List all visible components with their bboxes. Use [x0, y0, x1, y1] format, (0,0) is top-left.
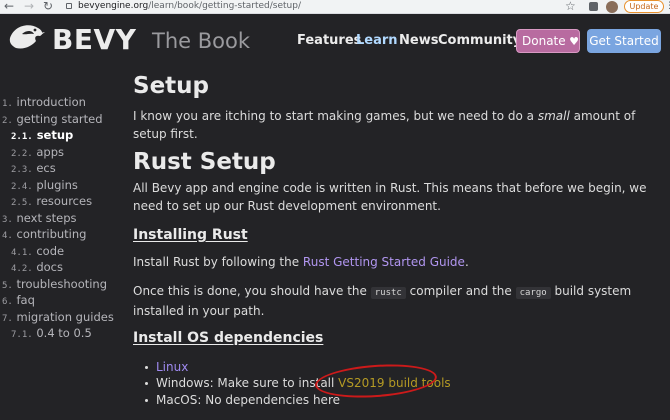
sidebar-item-number: 2.1.: [11, 132, 33, 142]
donate-label: Donate: [522, 34, 566, 48]
sidebar-item-number: 4.: [2, 231, 13, 241]
sidebar-item-label: docs: [36, 260, 63, 274]
sidebar-item-resources[interactable]: 2.5. resources: [11, 193, 92, 211]
sidebar-item-label: ecs: [36, 161, 56, 175]
intro-emphasis: small: [537, 109, 570, 123]
intro-paragraph: I know you are itching to start making g…: [133, 107, 663, 143]
linux-link[interactable]: Linux: [156, 360, 188, 374]
sidebar-item-label: code: [36, 243, 65, 258]
sidebar-item-apps[interactable]: 2.2. apps: [11, 144, 64, 162]
intro-text: I know you are itching to start making g…: [133, 109, 538, 123]
sidebar-item-number: 4.2.: [11, 264, 33, 274]
page-title: Setup: [133, 73, 209, 99]
bookmark-star-icon[interactable]: ☆: [565, 0, 576, 13]
sidebar-item-next-steps[interactable]: 3. next steps: [2, 210, 77, 228]
sidebar-item-label: getting started: [16, 111, 103, 126]
path-text-mid: compiler and the: [405, 284, 516, 298]
bullet-icon: [145, 366, 148, 369]
sidebar-item-label: resources: [36, 194, 93, 208]
sidebar-item-0-4-to-0-5[interactable]: 7.1. 0.4 to 0.5: [11, 325, 92, 343]
sidebar-item-setup[interactable]: 2.1. setup: [11, 127, 73, 145]
sidebar-item-label: faq: [16, 293, 35, 307]
lock-icon[interactable]: [66, 3, 72, 9]
url-host: bevyengine.org: [78, 1, 149, 11]
rust-setup-heading: Rust Setup: [133, 149, 276, 175]
sidebar-item-number: 5.: [2, 280, 13, 291]
path-text: Once this is done, you should have the: [133, 284, 371, 298]
sidebar-item-plugins[interactable]: 2.4. plugins: [11, 177, 78, 195]
browser-toolbar: ← → ↻ bevyengine.org/learn/book/getting-…: [0, 0, 670, 14]
list-item-linux: Linux: [145, 359, 188, 375]
sidebar-item-number: 2.: [2, 115, 13, 126]
donate-button[interactable]: Donate ♥: [516, 29, 580, 53]
sidebar-item-label: setup: [36, 128, 74, 142]
reload-icon[interactable]: ↻: [43, 0, 53, 13]
sidebar-item-number: 6.: [2, 297, 13, 307]
extensions-icon[interactable]: [589, 2, 598, 11]
code-rustc: rustc: [370, 287, 406, 299]
sidebar-item-ecs[interactable]: 2.3. ecs: [11, 160, 56, 178]
rust-setup-paragraph: All Bevy app and engine code is written …: [133, 181, 647, 213]
nav-learn[interactable]: Learn: [356, 31, 398, 51]
list-item-macos: MacOS: No dependencies here: [145, 392, 340, 408]
bevy-bird-logo-icon[interactable]: [6, 20, 46, 56]
sidebar-item-label: 0.4 to 0.5: [36, 326, 92, 340]
bullet-icon: [145, 399, 148, 402]
sidebar-item-faq[interactable]: 6. faq: [2, 292, 35, 310]
sidebar-item-number: 2.4.: [11, 181, 33, 192]
menu-icon[interactable]: ⋮: [665, 1, 670, 12]
profile-avatar[interactable]: [606, 1, 618, 13]
sidebar-item-contributing[interactable]: 4. contributing: [2, 226, 86, 244]
sidebar-item-label: introduction: [16, 95, 86, 109]
sidebar-item-docs[interactable]: 4.2. docs: [11, 259, 63, 277]
sidebar-item-number: 7.1.: [11, 330, 33, 340]
sidebar-item-introduction[interactable]: 1. introduction: [2, 94, 86, 112]
nav-news[interactable]: News: [399, 31, 438, 51]
arrow-left-icon[interactable]: ←: [4, 0, 14, 13]
install-text-end: .: [464, 255, 469, 269]
rust-guide-link[interactable]: Rust Getting Started Guide: [303, 255, 465, 269]
windows-text: Windows: Make sure to install: [156, 376, 339, 390]
sidebar-item-label: troubleshooting: [16, 276, 108, 291]
sidebar-item-code[interactable]: 4.1. code: [11, 243, 64, 261]
sidebar-item-label: contributing: [16, 227, 87, 241]
install-text: Install Rust by following the: [133, 255, 303, 269]
bullet-icon: [145, 382, 148, 385]
nav-features[interactable]: Features: [297, 31, 361, 51]
installing-rust-heading[interactable]: Installing Rust: [133, 226, 248, 244]
url-path: /learn/book/getting-started/setup/: [148, 1, 301, 11]
address-bar[interactable]: bevyengine.org/learn/book/getting-starte…: [78, 0, 301, 13]
sidebar-item-label: apps: [36, 144, 64, 159]
nav-community[interactable]: Community: [438, 31, 521, 51]
get-started-button[interactable]: Get Started: [587, 29, 661, 53]
os-deps-heading[interactable]: Install OS dependencies: [133, 329, 323, 347]
sidebar-item-number: 4.1.: [11, 247, 33, 258]
sidebar-item-getting-started[interactable]: 2. getting started: [2, 111, 103, 129]
arrow-right-icon[interactable]: →: [24, 0, 34, 13]
sidebar-item-number: 3.: [2, 214, 13, 225]
code-cargo: cargo: [515, 287, 551, 299]
red-ellipse-annotation: [314, 360, 438, 402]
heart-icon: ♥: [565, 35, 579, 48]
sidebar-item-number: 1.: [2, 99, 13, 109]
sidebar-item-number: 2.2.: [11, 148, 33, 159]
site-header: BEVY The Book Features Learn News Commun…: [0, 14, 670, 62]
update-button[interactable]: Update: [624, 0, 664, 13]
install-rust-paragraph: Install Rust by following the Rust Getti…: [133, 253, 663, 271]
path-paragraph: Once this is done, you should have the r…: [133, 282, 663, 320]
sidebar-item-label: next steps: [16, 210, 77, 225]
brand-wordmark[interactable]: BEVY: [52, 25, 136, 55]
book-title: The Book: [152, 29, 250, 53]
sidebar-item-label: migration guides: [16, 309, 114, 324]
sidebar-item-number: 2.3.: [11, 165, 33, 175]
macos-text: MacOS: No dependencies here: [156, 393, 340, 407]
sidebar-item-number: 7.: [2, 313, 13, 324]
sidebar-item-label: plugins: [36, 177, 78, 192]
sidebar-item-number: 2.5.: [11, 198, 33, 208]
sidebar-item-troubleshooting[interactable]: 5. troubleshooting: [2, 276, 107, 294]
sidebar-item-migration-guides[interactable]: 7. migration guides: [2, 309, 114, 327]
